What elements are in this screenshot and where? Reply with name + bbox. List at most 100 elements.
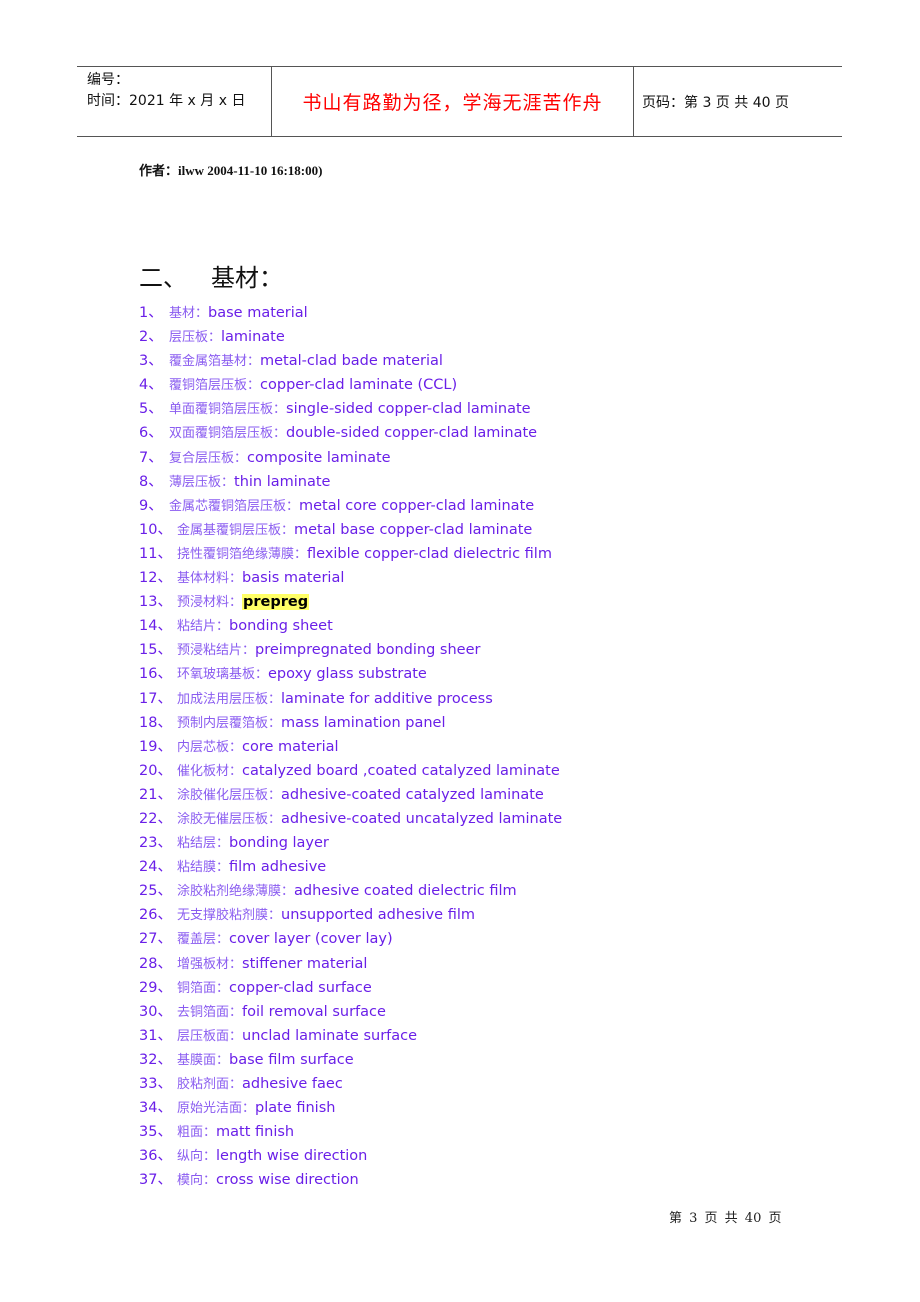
term-english: flexible copper-clad dielectric film <box>307 545 552 562</box>
term-english: cover layer (cover lay) <box>229 931 393 948</box>
term-number: 19、 <box>139 738 172 755</box>
term-number: 6、 <box>139 425 163 442</box>
term-chinese: 基体材料： <box>177 571 243 587</box>
page-header-table: 编号： 时间：2021 年 x 月 x 日 书山有路勤为径，学海无涯苦作舟 页码… <box>77 66 842 137</box>
glossary-term-item: 37、 模向：cross wise direction <box>139 1170 562 1194</box>
term-number: 9、 <box>139 497 163 514</box>
glossary-term-item: 30、 去铜箔面：foil removal surface <box>139 1002 562 1026</box>
term-english: thin laminate <box>234 473 331 490</box>
term-english: film adhesive <box>229 859 327 876</box>
page-footer: 第 3 页 共 40 页 <box>669 1211 782 1226</box>
term-chinese: 预浸粘结片： <box>177 643 256 659</box>
term-english: mass lamination panel <box>281 714 446 731</box>
term-number: 37、 <box>139 1172 172 1189</box>
term-chinese: 双面覆铜箔层压板： <box>169 426 287 442</box>
term-number: 4、 <box>139 377 163 394</box>
term-number: 11、 <box>139 545 172 562</box>
glossary-term-item: 35、 粗面：matt finish <box>139 1122 562 1146</box>
glossary-term-item: 1、 基材：base material <box>139 303 562 327</box>
term-english: epoxy glass substrate <box>268 666 427 683</box>
term-number: 10、 <box>139 521 172 538</box>
glossary-term-item: 34、 原始光洁面：plate finish <box>139 1098 562 1122</box>
glossary-term-item: 3、 覆金属箔基材：metal-clad bade material <box>139 351 562 375</box>
term-chinese: 环氧玻璃基板： <box>177 667 269 683</box>
glossary-term-item: 4、 覆铜箔层压板：copper-clad laminate (CCL) <box>139 375 562 399</box>
term-number: 23、 <box>139 835 172 852</box>
term-number: 8、 <box>139 473 163 490</box>
term-chinese: 无支撑胶粘剂膜： <box>177 908 282 924</box>
term-english: laminate for additive process <box>281 690 493 707</box>
term-chinese: 原始光洁面： <box>177 1101 256 1117</box>
term-chinese: 预制内层覆箔板： <box>177 715 282 731</box>
term-chinese: 胶粘剂面： <box>177 1077 243 1092</box>
term-chinese: 去铜箔面： <box>177 1004 243 1020</box>
term-chinese: 薄层压板： <box>169 474 235 490</box>
term-chinese: 层压板面： <box>177 1028 243 1044</box>
term-english: adhesive-coated uncatalyzed laminate <box>281 810 563 827</box>
glossary-term-item: 9、 金属芯覆铜箔层压板：metal core copper-clad lamin… <box>139 496 562 520</box>
term-chinese: 增强板材： <box>177 956 243 972</box>
term-english: preimpregnated bonding sheer <box>255 642 481 659</box>
term-number: 20、 <box>139 762 172 779</box>
author-line: 作者：ilww 2004-11-10 16:18:00) <box>139 163 323 178</box>
glossary-term-item: 15、 预浸粘结片：preimpregnated bonding sheer <box>139 640 562 664</box>
glossary-term-item: 12、 基体材料：basis material <box>139 568 562 592</box>
term-chinese: 基膜面： <box>177 1052 230 1068</box>
term-english: double-sided copper-clad laminate <box>286 425 538 442</box>
term-number: 1、 <box>139 305 163 321</box>
term-chinese: 加成法用层压板： <box>177 691 282 707</box>
glossary-term-item: 21、 涂胶催化层压板：adhesive-coated catalyzed lam… <box>139 785 562 809</box>
term-number: 36、 <box>139 1148 172 1165</box>
term-english: base film surface <box>229 1051 354 1068</box>
term-english: adhesive faec <box>242 1076 343 1092</box>
term-number: 3、 <box>139 353 163 370</box>
term-english: matt finish <box>216 1124 295 1141</box>
glossary-term-item: 5、 单面覆铜箔层压板：single-sided copper-clad lami… <box>139 399 562 423</box>
term-chinese: 涂胶粘剂绝缘薄膜： <box>177 884 295 900</box>
term-number: 14、 <box>139 618 172 635</box>
term-chinese: 涂胶无催层压板： <box>177 811 282 827</box>
term-number: 22、 <box>139 810 172 827</box>
section-title: 基材： <box>211 264 283 292</box>
glossary-term-list: 1、 基材：base material 2、 层压板：laminate 3、 覆金属箔基材… <box>139 303 562 1194</box>
glossary-term-item: 28、 增强板材：stiffener material <box>139 954 562 978</box>
glossary-term-item: 29、 铜箔面：copper-clad surface <box>139 978 562 1002</box>
term-number: 25、 <box>139 883 172 900</box>
term-number: 32、 <box>139 1051 172 1068</box>
glossary-term-item: 24、 粘结膜：film adhesive <box>139 857 562 881</box>
term-english: foil removal surface <box>242 1003 386 1020</box>
term-english: unclad laminate surface <box>242 1027 418 1044</box>
term-chinese: 复合层压板： <box>169 450 248 466</box>
term-chinese: 粘结片： <box>177 619 230 635</box>
glossary-term-item: 31、 层压板面：unclad laminate surface <box>139 1026 562 1050</box>
term-english: cross wise direction <box>216 1172 359 1189</box>
glossary-term-item: 13、 预浸材料：prepreg <box>139 592 562 616</box>
term-english: adhesive-coated catalyzed laminate <box>281 786 544 803</box>
glossary-term-item: 2、 层压板：laminate <box>139 327 562 351</box>
term-english: adhesive coated dielectric film <box>294 883 517 900</box>
term-english: composite laminate <box>247 449 391 466</box>
term-english: single-sided copper-clad laminate <box>286 401 531 418</box>
term-number: 31、 <box>139 1027 172 1044</box>
term-number: 30、 <box>139 1003 172 1020</box>
term-number: 17、 <box>139 690 172 707</box>
term-number: 35、 <box>139 1124 172 1141</box>
term-english: laminate <box>221 329 285 346</box>
term-english: metal core copper-clad laminate <box>299 497 535 514</box>
glossary-term-item: 11、 挠性覆铜箔绝缘薄膜：flexible copper-clad dielec… <box>139 544 562 568</box>
term-english: plate finish <box>255 1100 336 1117</box>
term-english: catalyzed board ,coated catalyzed lamina… <box>242 762 560 779</box>
term-english: bonding sheet <box>229 618 333 635</box>
term-number: 15、 <box>139 642 172 659</box>
term-english: basis material <box>242 570 345 587</box>
term-number: 29、 <box>139 979 172 996</box>
term-number: 33、 <box>139 1076 172 1092</box>
term-number: 24、 <box>139 859 172 876</box>
term-english: bonding layer <box>229 835 329 852</box>
term-chinese: 纵向： <box>177 1149 217 1165</box>
term-number: 21、 <box>139 786 172 803</box>
section-heading: 二、 基材： <box>139 258 283 293</box>
glossary-term-item: 23、 粘结层：bonding layer <box>139 833 562 857</box>
term-english: unsupported adhesive film <box>281 907 475 924</box>
term-number: 13、 <box>139 594 172 611</box>
